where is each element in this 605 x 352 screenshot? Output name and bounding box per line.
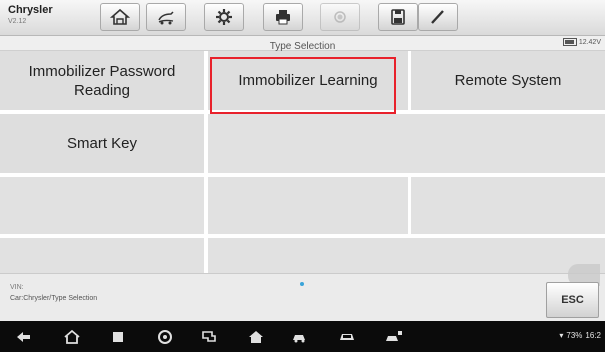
back-button[interactable] — [14, 327, 34, 347]
empty-cell — [208, 177, 408, 234]
save-icon — [391, 9, 405, 25]
status-area: ▾ 73% 16:2 — [559, 331, 601, 340]
car-diagnostic-icon — [386, 331, 402, 341]
option-immobilizer-password-reading[interactable]: Immobilizer Password Reading — [0, 51, 204, 110]
option-remote-system[interactable]: Remote System — [411, 51, 605, 110]
vehicle-tool-button[interactable] — [290, 327, 310, 347]
option-label: Immobilizer Password Reading — [28, 62, 176, 99]
vci-connection-button[interactable] — [199, 327, 219, 347]
empty-cell — [0, 177, 204, 234]
brand-name: Chrysler — [8, 4, 53, 16]
battery-voltage: 12.42V — [562, 38, 601, 46]
back-arrow-icon — [17, 332, 30, 342]
page-indicator-dot — [300, 282, 304, 286]
empty-cell — [0, 238, 204, 273]
save-button[interactable] — [378, 3, 418, 31]
battery-icon — [562, 38, 577, 46]
type-selection-grid: Immobilizer Password Reading Immobilizer… — [0, 51, 605, 273]
system-navigation-bar: ▾ 73% 16:2 — [0, 321, 605, 352]
battery-voltage-value: 12.42V — [578, 38, 601, 46]
vehicle-wrench-icon — [293, 335, 305, 343]
software-version: V2.12 — [8, 18, 27, 25]
browser-button[interactable] — [155, 327, 175, 347]
vin-label: VIN: — [10, 284, 24, 291]
home-icon — [64, 329, 80, 344]
info-footer: VIN: Car:Chrysler/Type Selection ESC — [0, 264, 605, 321]
home-button[interactable] — [100, 3, 140, 31]
empty-cell — [208, 114, 605, 173]
option-label: Remote System — [454, 72, 562, 89]
recent-apps-button[interactable] — [108, 327, 128, 347]
option-label: Smart Key — [66, 135, 138, 152]
android-home-button[interactable] — [62, 327, 82, 347]
printer-icon — [276, 10, 290, 25]
clock: 16:2 — [585, 331, 601, 340]
record-icon — [334, 11, 346, 23]
settings-button[interactable] — [204, 3, 244, 31]
option-smart-key[interactable]: Smart Key — [0, 114, 204, 173]
pen-icon — [431, 10, 444, 24]
top-toolbar: Chrysler V2.12 — [0, 0, 605, 36]
empty-cell — [411, 177, 605, 234]
gear-icon — [216, 9, 232, 25]
home-icon — [110, 8, 130, 25]
esc-button[interactable]: ESC — [546, 282, 599, 318]
vehicle-button[interactable] — [337, 327, 357, 347]
battery-level: 73% — [566, 331, 583, 340]
vehicle-swap-button[interactable] — [146, 3, 186, 31]
maxisys-home-button[interactable] — [246, 327, 266, 347]
title-bar: Type Selection 12.42V — [0, 36, 605, 52]
garage-home-icon — [249, 331, 263, 343]
navigation-path: Car:Chrysler/Type Selection — [10, 295, 98, 302]
wifi-icon: ▾ — [559, 331, 564, 340]
vehicle-brand: Chrysler V2.12 — [8, 4, 53, 27]
car-icon — [340, 334, 354, 340]
option-immobilizer-learning[interactable]: Immobilizer Learning — [208, 51, 408, 110]
recent-apps-icon — [113, 332, 123, 342]
annotate-button[interactable] — [418, 3, 458, 31]
screen: Chrysler V2.12 Type Selection 12.42V Imm… — [0, 0, 605, 352]
record-button[interactable] — [320, 3, 360, 31]
empty-cell — [208, 238, 605, 273]
vci-plug-icon — [202, 331, 216, 342]
browser-icon — [158, 330, 172, 344]
option-label: Immobilizer Learning — [238, 72, 378, 89]
diagnostic-shortcut-button[interactable] — [384, 327, 404, 347]
vehicle-swap-icon — [158, 11, 174, 25]
print-button[interactable] — [263, 3, 303, 31]
